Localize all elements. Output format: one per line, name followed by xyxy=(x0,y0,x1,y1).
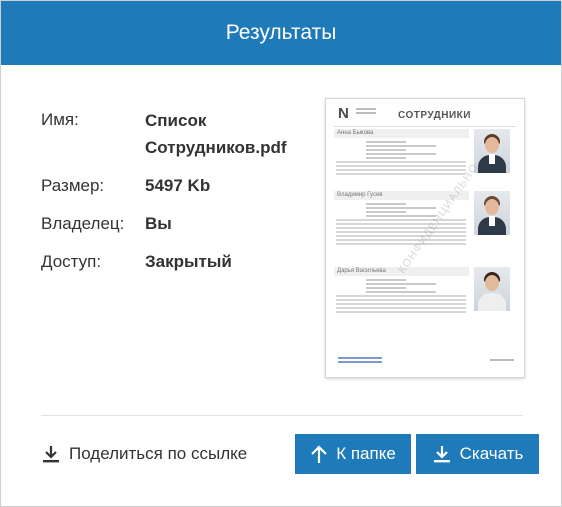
preview-logo: N xyxy=(338,105,349,122)
preview-text-lines xyxy=(334,279,466,313)
download-tray-icon xyxy=(432,444,452,464)
download-button[interactable]: Скачать xyxy=(416,434,539,474)
preview-header: N СОТРУДНИКИ xyxy=(338,105,514,127)
dialog-title: Результаты xyxy=(225,21,337,44)
name-value-line1: Список xyxy=(145,111,207,130)
share-link-label: Поделиться по ссылке xyxy=(69,444,248,463)
name-label: Имя: xyxy=(41,110,79,129)
name-value: Список Сотрудников.pdf xyxy=(145,107,311,161)
name-value-line2: Сотрудников.pdf xyxy=(145,138,287,157)
preview-logo-caption xyxy=(356,108,376,110)
owner-label: Владелец: xyxy=(41,214,125,233)
divider xyxy=(41,415,523,416)
preview-person-name: Анна Быкова xyxy=(334,129,469,138)
preview-person-3: Дарья Васильева xyxy=(334,267,516,315)
share-link-button[interactable]: Поделиться по ссылке xyxy=(41,439,247,469)
person-photo xyxy=(474,267,510,311)
preview-person-1: Анна Быкова xyxy=(334,129,516,177)
owner-value: Вы xyxy=(145,214,172,233)
person-photo xyxy=(474,191,510,235)
file-info: Имя: Список Сотрудников.pdf Размер: 5497… xyxy=(41,107,311,275)
to-folder-button[interactable]: К папке xyxy=(295,434,411,474)
preview-divider xyxy=(334,126,516,127)
access-label: Доступ: xyxy=(41,252,102,271)
to-folder-label: К папке xyxy=(336,444,396,463)
preview-title: СОТРУДНИКИ xyxy=(398,110,471,121)
size-label: Размер: xyxy=(41,176,105,195)
arrow-up-icon xyxy=(310,444,328,464)
download-label: Скачать xyxy=(459,444,524,463)
dialog-header: Результаты xyxy=(1,1,561,65)
document-preview[interactable]: N СОТРУДНИКИ Анна Быкова Владимир Гусев … xyxy=(325,98,525,378)
preview-footer xyxy=(338,357,514,365)
preview-text-lines xyxy=(334,141,466,175)
download-tray-icon xyxy=(41,444,61,464)
size-value: 5497 Kb xyxy=(145,176,211,195)
access-value: Закрытый xyxy=(145,252,232,271)
results-dialog: Результаты Имя: Список Сотрудников.pdf Р… xyxy=(0,0,562,507)
